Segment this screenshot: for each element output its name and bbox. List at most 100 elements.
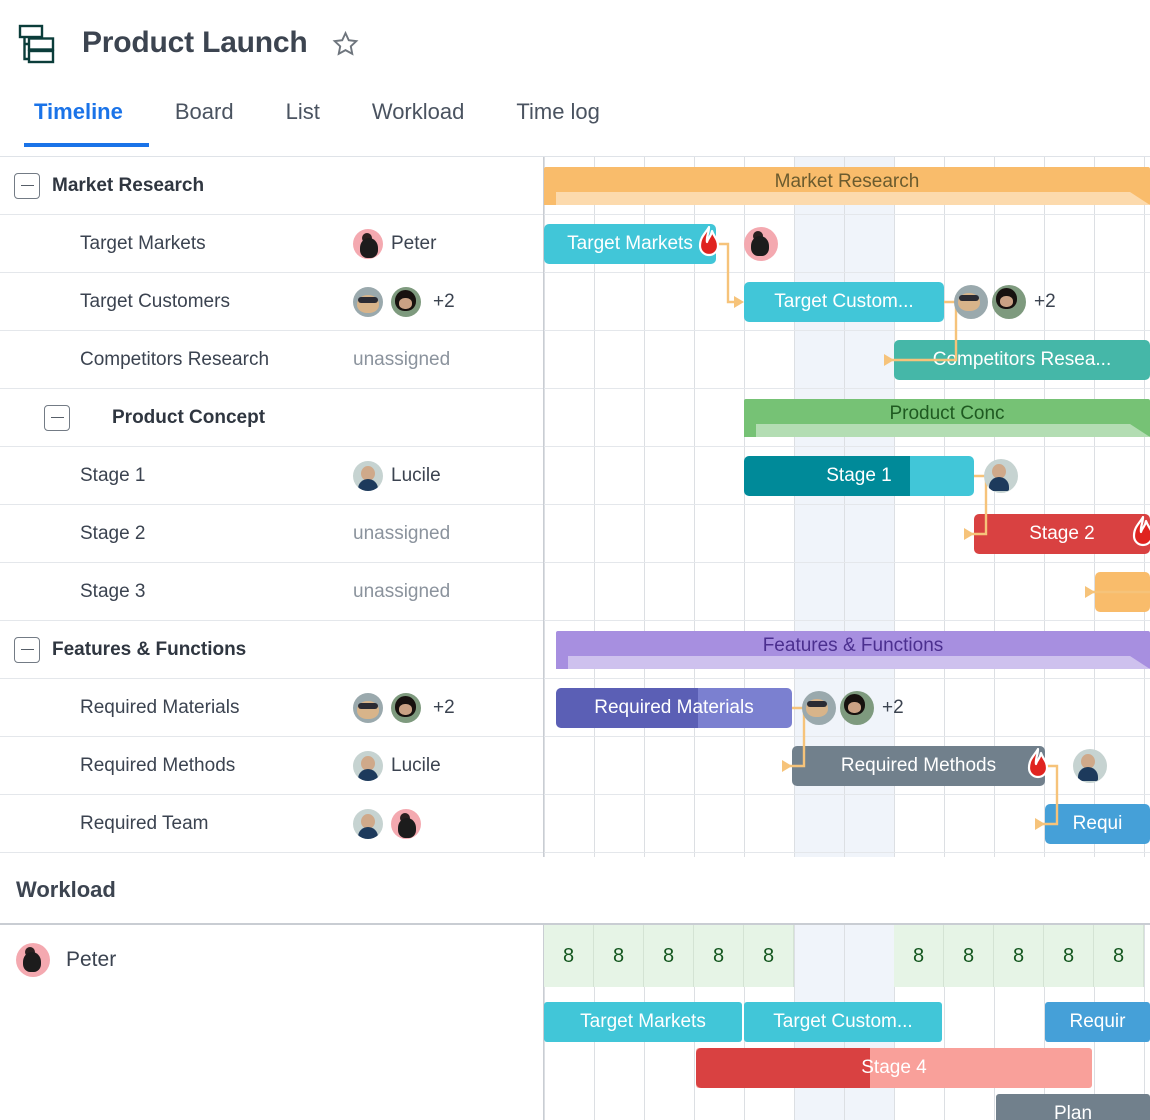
gantt-task-bar[interactable]: Target Markets xyxy=(544,224,716,264)
page-title: Product Launch xyxy=(82,26,308,59)
row-divider xyxy=(544,794,1150,795)
workload-bar-label: Target Markets xyxy=(580,1011,706,1032)
gantt-bar-label: Competitors Resea... xyxy=(932,349,1112,370)
workload-bar-progress xyxy=(696,1048,871,1088)
task-row[interactable]: Stage 1 Lucile xyxy=(0,447,543,505)
workload-person-row[interactable]: Peter xyxy=(0,925,543,977)
tab-list[interactable]: List xyxy=(260,95,346,143)
assignee-cell[interactable]: unassigned xyxy=(353,523,543,545)
task-group-row[interactable]: Product Concept xyxy=(0,389,543,447)
avatar xyxy=(840,691,874,725)
assignee-name: Lucile xyxy=(391,464,441,486)
assignee-cell[interactable]: Peter xyxy=(353,228,543,259)
assignee-overflow-count: +2 xyxy=(433,696,455,718)
task-row[interactable]: Target Customers +2 xyxy=(0,273,543,331)
tab-time-log[interactable]: Time log xyxy=(490,95,626,143)
task-row[interactable]: Required Team xyxy=(0,795,543,853)
collapse-toggle-icon[interactable] xyxy=(44,404,70,431)
task-row[interactable]: Required Materials +2 xyxy=(0,679,543,737)
task-name: Stage 1 xyxy=(80,464,146,486)
row-divider xyxy=(544,446,1150,447)
assignee-cell[interactable]: unassigned xyxy=(353,581,543,603)
task-name: Market Research xyxy=(52,174,205,196)
tab-timeline[interactable]: Timeline xyxy=(24,95,149,147)
workload-chart-pane[interactable]: 8 8 8 8 8 8 8 8 8 8 Target Markets Target Custom...… xyxy=(544,925,1150,1120)
avatar xyxy=(16,943,50,977)
collapse-toggle-icon[interactable] xyxy=(14,172,40,199)
gantt-bar-label: Target Markets xyxy=(567,233,693,254)
workload-section: Peter 8 8 8 8 8 8 8 8 8 8 Target Markets Target Cus… xyxy=(0,925,1150,1120)
gantt-task-bar[interactable]: Requi xyxy=(1045,804,1150,844)
tab-workload[interactable]: Workload xyxy=(346,95,491,143)
avatar xyxy=(992,285,1026,319)
gantt-bar-label: Required Methods xyxy=(840,755,997,776)
assignee-unassigned-label: unassigned xyxy=(353,580,451,602)
gantt-task-bar[interactable]: Required Methods xyxy=(792,746,1045,786)
workload-bar-label: Plan xyxy=(1053,1103,1093,1120)
gantt-project-icon xyxy=(16,22,58,64)
row-divider xyxy=(544,504,1150,505)
collapse-toggle-icon[interactable] xyxy=(14,636,40,663)
gantt-task-bar[interactable]: Stage 2 xyxy=(974,514,1150,554)
gantt-bar-label: Features & Functions xyxy=(762,635,944,656)
workload-person-panel: Peter xyxy=(0,925,544,1120)
task-group-row[interactable]: Market Research xyxy=(0,157,543,215)
gantt-avatar-overflow-count: +2 xyxy=(882,697,904,718)
gantt-summary-bar[interactable]: Market Research xyxy=(544,167,1150,205)
tab-board[interactable]: Board xyxy=(149,95,260,143)
workload-task-bar[interactable]: Target Custom... xyxy=(744,1002,942,1042)
avatar xyxy=(353,286,383,317)
gantt-chart-pane[interactable]: Market Research Target Markets Target Cust… xyxy=(544,157,1150,857)
gantt-bar-label: Product Conc xyxy=(889,403,1005,424)
task-name: Target Customers xyxy=(80,290,230,312)
workload-task-bar[interactable]: Requir xyxy=(1045,1002,1150,1042)
assignee-cell[interactable]: unassigned xyxy=(353,349,543,371)
avatar xyxy=(353,228,383,259)
workload-task-bar[interactable]: Stage 4 xyxy=(696,1048,1092,1088)
gantt-task-bar[interactable]: Target Custom... xyxy=(744,282,944,322)
gantt-task-bar[interactable]: Competitors Resea... xyxy=(894,340,1150,380)
workload-hours-cell: 8 xyxy=(994,925,1044,987)
assignee-cell[interactable] xyxy=(353,808,543,839)
task-name: Product Concept xyxy=(112,406,266,428)
assignee-cell[interactable]: +2 xyxy=(353,286,543,317)
avatar xyxy=(984,459,1018,493)
assignee-unassigned-label: unassigned xyxy=(353,348,451,370)
timeline-gantt: Market Research Target Markets Peter Target… xyxy=(0,157,1150,857)
row-divider xyxy=(544,272,1150,273)
workload-person-name: Peter xyxy=(66,948,117,971)
workload-title: Workload xyxy=(0,857,1150,925)
task-group-row[interactable]: Features & Functions xyxy=(0,621,543,679)
workload-hours-cell: 8 xyxy=(694,925,744,987)
gantt-task-bar[interactable] xyxy=(1095,572,1150,612)
task-row[interactable]: Stage 3 unassigned xyxy=(0,563,543,621)
workload-task-bar[interactable]: Target Markets xyxy=(544,1002,742,1042)
workload-task-bar[interactable]: Plan xyxy=(996,1094,1150,1120)
task-name: Required Team xyxy=(80,812,209,834)
gantt-bar-label: Target Custom... xyxy=(774,291,914,312)
gantt-summary-bar[interactable]: Product Conc xyxy=(744,399,1150,437)
row-divider xyxy=(544,388,1150,389)
workload-hours-cell: 8 xyxy=(594,925,644,987)
gantt-task-bar[interactable]: Required Materials xyxy=(556,688,792,728)
task-name: Stage 2 xyxy=(80,522,146,544)
assignee-cell[interactable]: Lucile xyxy=(353,460,543,491)
gantt-bar-label: Market Research xyxy=(774,171,920,192)
task-row[interactable]: Stage 2 unassigned xyxy=(0,505,543,563)
avatar xyxy=(391,808,421,839)
workload-hours-cell: 8 xyxy=(644,925,694,987)
star-icon[interactable] xyxy=(330,22,362,64)
task-row[interactable]: Required Methods Lucile xyxy=(0,737,543,795)
assignee-cell[interactable]: Lucile xyxy=(353,750,543,781)
avatar xyxy=(391,286,421,317)
workload-hours-cell: 8 xyxy=(1094,925,1144,987)
gantt-task-bar[interactable]: Stage 1 xyxy=(744,456,974,496)
task-row[interactable]: Competitors Research unassigned xyxy=(0,331,543,389)
assignee-cell[interactable]: +2 xyxy=(353,692,543,723)
task-name: Required Materials xyxy=(80,696,240,718)
workload-hours-cell: 8 xyxy=(1044,925,1094,987)
gantt-summary-bar[interactable]: Features & Functions xyxy=(556,631,1150,669)
page-header: Product Launch xyxy=(0,0,1150,95)
grid-line xyxy=(1144,157,1145,857)
task-row[interactable]: Target Markets Peter xyxy=(0,215,543,273)
